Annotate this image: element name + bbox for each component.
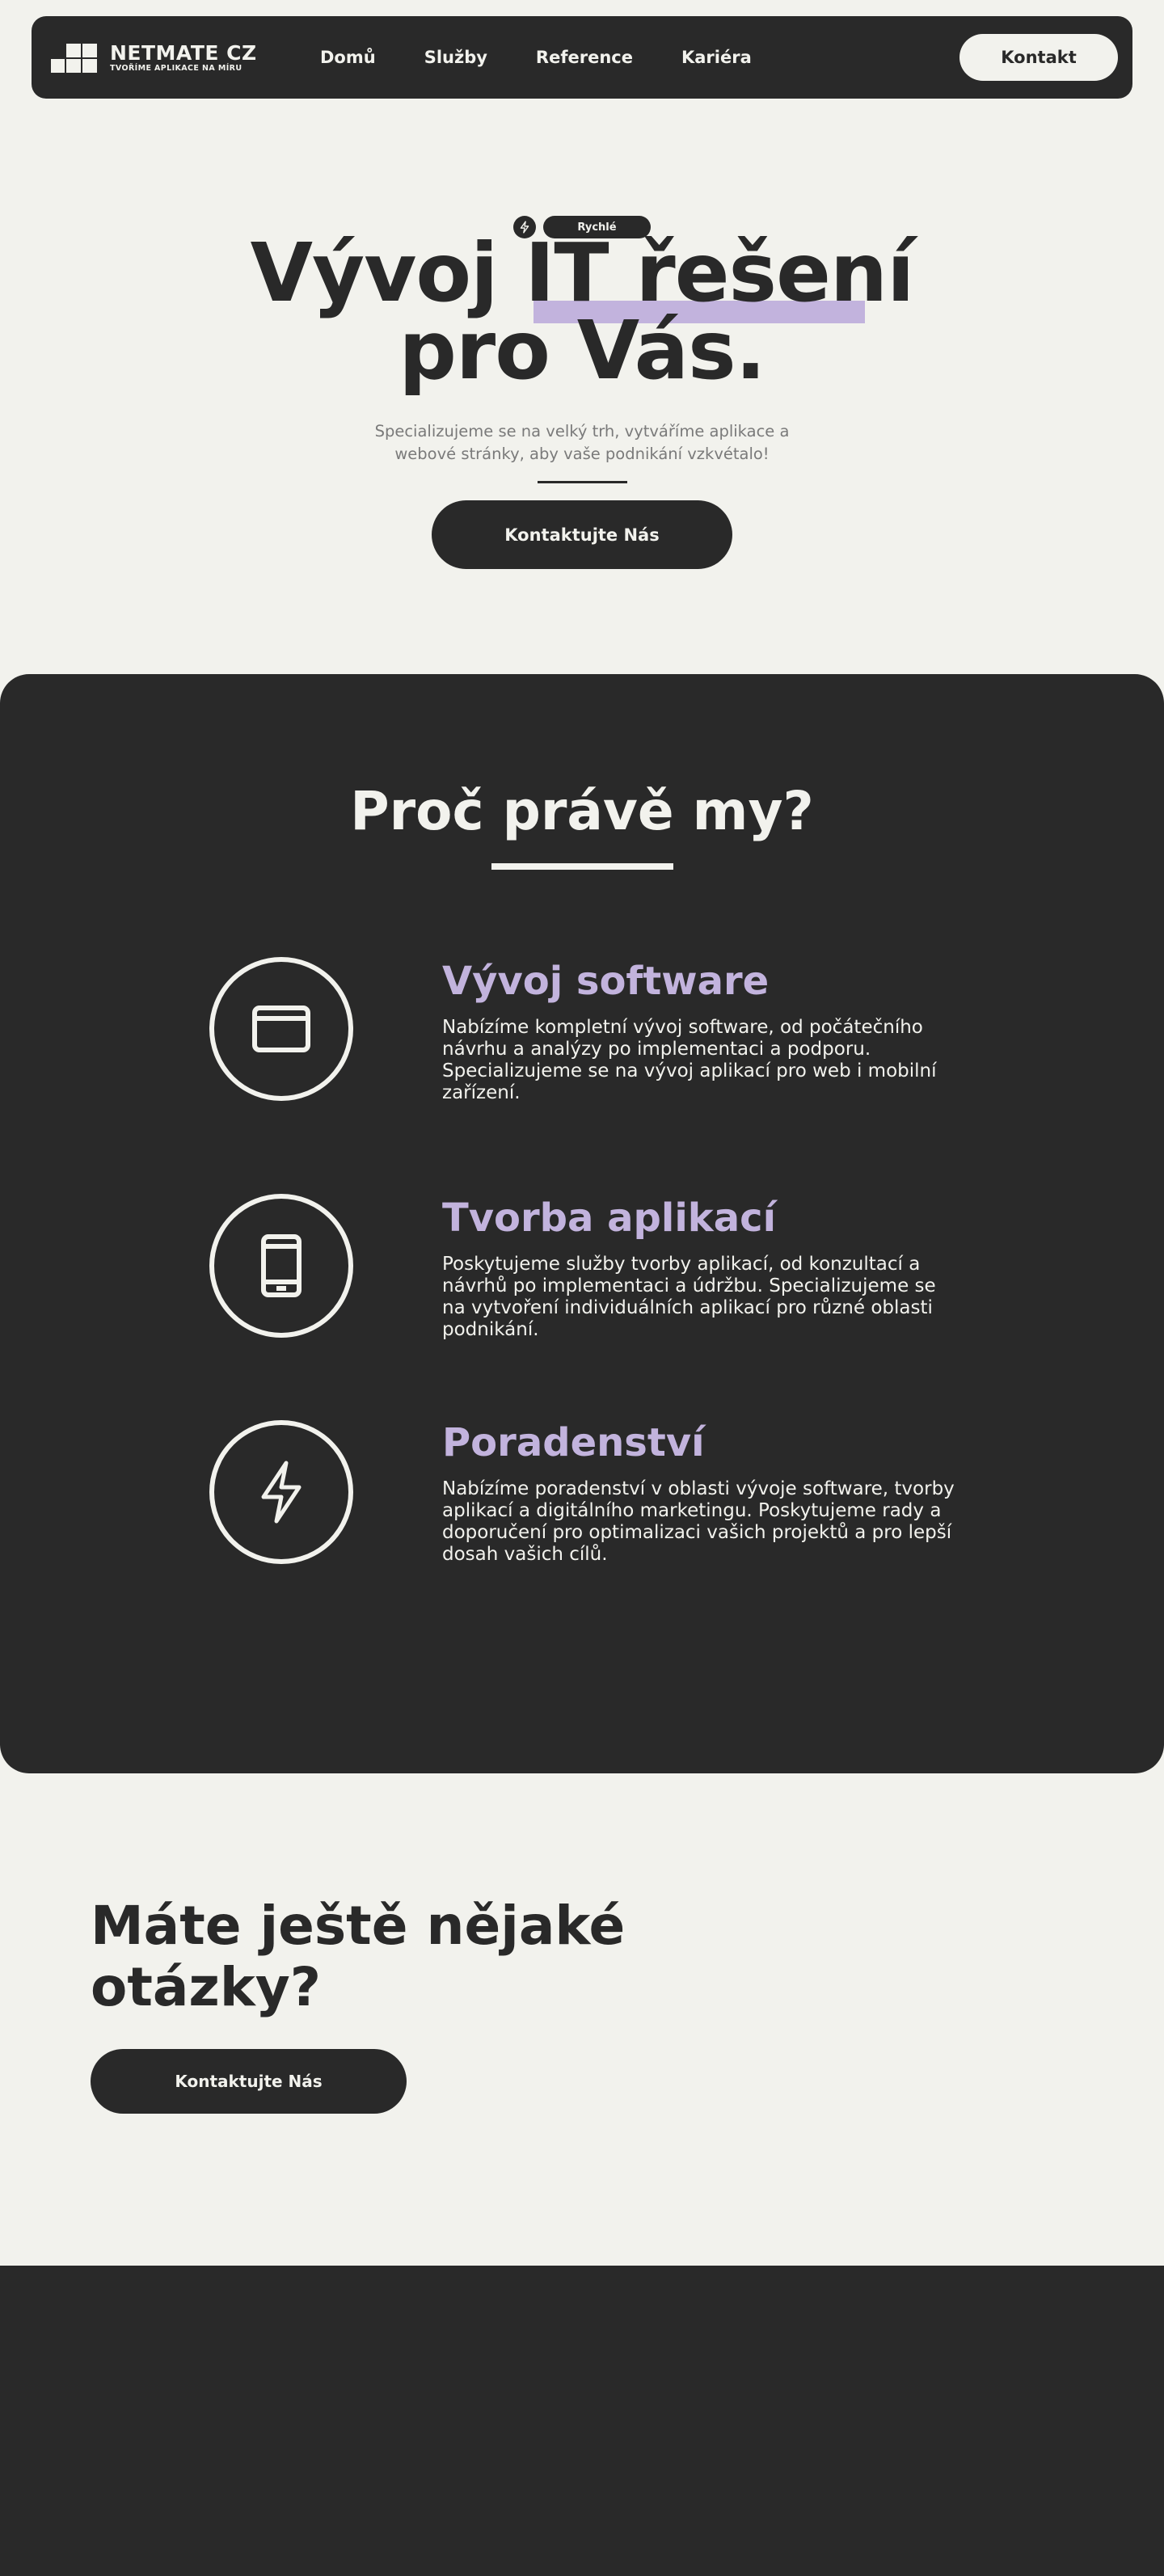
feature-description: Nabízíme kompletní vývoj software, od po… xyxy=(442,1017,937,1103)
hero-subtitle: Specializujeme se na velký trh, vytvářím… xyxy=(374,422,790,463)
feature-title: Poradenství xyxy=(442,1420,705,1465)
nav-link-sluzby[interactable]: Služby xyxy=(424,48,487,67)
feature-description: Nabízíme poradenství v oblasti vývoje so… xyxy=(442,1478,955,1565)
logo-name: NETMATE CZ xyxy=(110,41,257,65)
feature-icon-circle xyxy=(209,957,353,1101)
hero-contact-button[interactable]: Kontaktujte Nás xyxy=(432,500,732,569)
logo-tagline: TVOŘÍME APLIKACE NA MÍRU xyxy=(110,64,242,73)
logo[interactable]: NETMATE CZ TVOŘÍME APLIKACE NA MÍRU xyxy=(51,43,257,73)
nav-link-domu[interactable]: Domů xyxy=(320,48,376,67)
navbar: NETMATE CZ TVOŘÍME APLIKACE NA MÍRU Domů… xyxy=(32,16,1132,99)
mobile-phone-icon xyxy=(261,1234,302,1297)
hero-title-line2: pro Vás. xyxy=(399,303,765,398)
nav-links: Domů Služby Reference Kariéra xyxy=(320,16,800,99)
why-title: Proč právě my? xyxy=(350,780,814,842)
feature-title: Tvorba aplikací xyxy=(442,1195,777,1241)
feature-icon-circle xyxy=(209,1194,353,1338)
questions-title: Máte ještě nějaké otázky? xyxy=(91,1895,626,2018)
why-divider xyxy=(491,863,673,870)
hero-title-line1: Vývoj IT řešení xyxy=(250,226,915,320)
logo-mark-icon xyxy=(51,43,97,73)
hero-divider xyxy=(538,481,627,483)
feature-title: Vývoj software xyxy=(442,959,770,1004)
nav-link-reference[interactable]: Reference xyxy=(536,48,633,67)
questions-contact-button[interactable]: Kontaktujte Nás xyxy=(91,2049,407,2114)
hero-title: Vývoj IT řešení pro Vás. xyxy=(0,226,1164,398)
lightning-icon xyxy=(261,1461,302,1524)
nav-link-kariera[interactable]: Kariéra xyxy=(681,48,752,67)
contact-button[interactable]: Kontakt xyxy=(959,34,1118,81)
feature-icon-circle xyxy=(209,1420,353,1564)
feature-description: Poskytujeme služby tvorby aplikací, od k… xyxy=(442,1254,936,1340)
browser-window-icon xyxy=(252,1006,310,1052)
footer xyxy=(0,2266,1164,2576)
why-section: Proč právě my? Vývoj software Nabízíme k… xyxy=(0,674,1164,1773)
